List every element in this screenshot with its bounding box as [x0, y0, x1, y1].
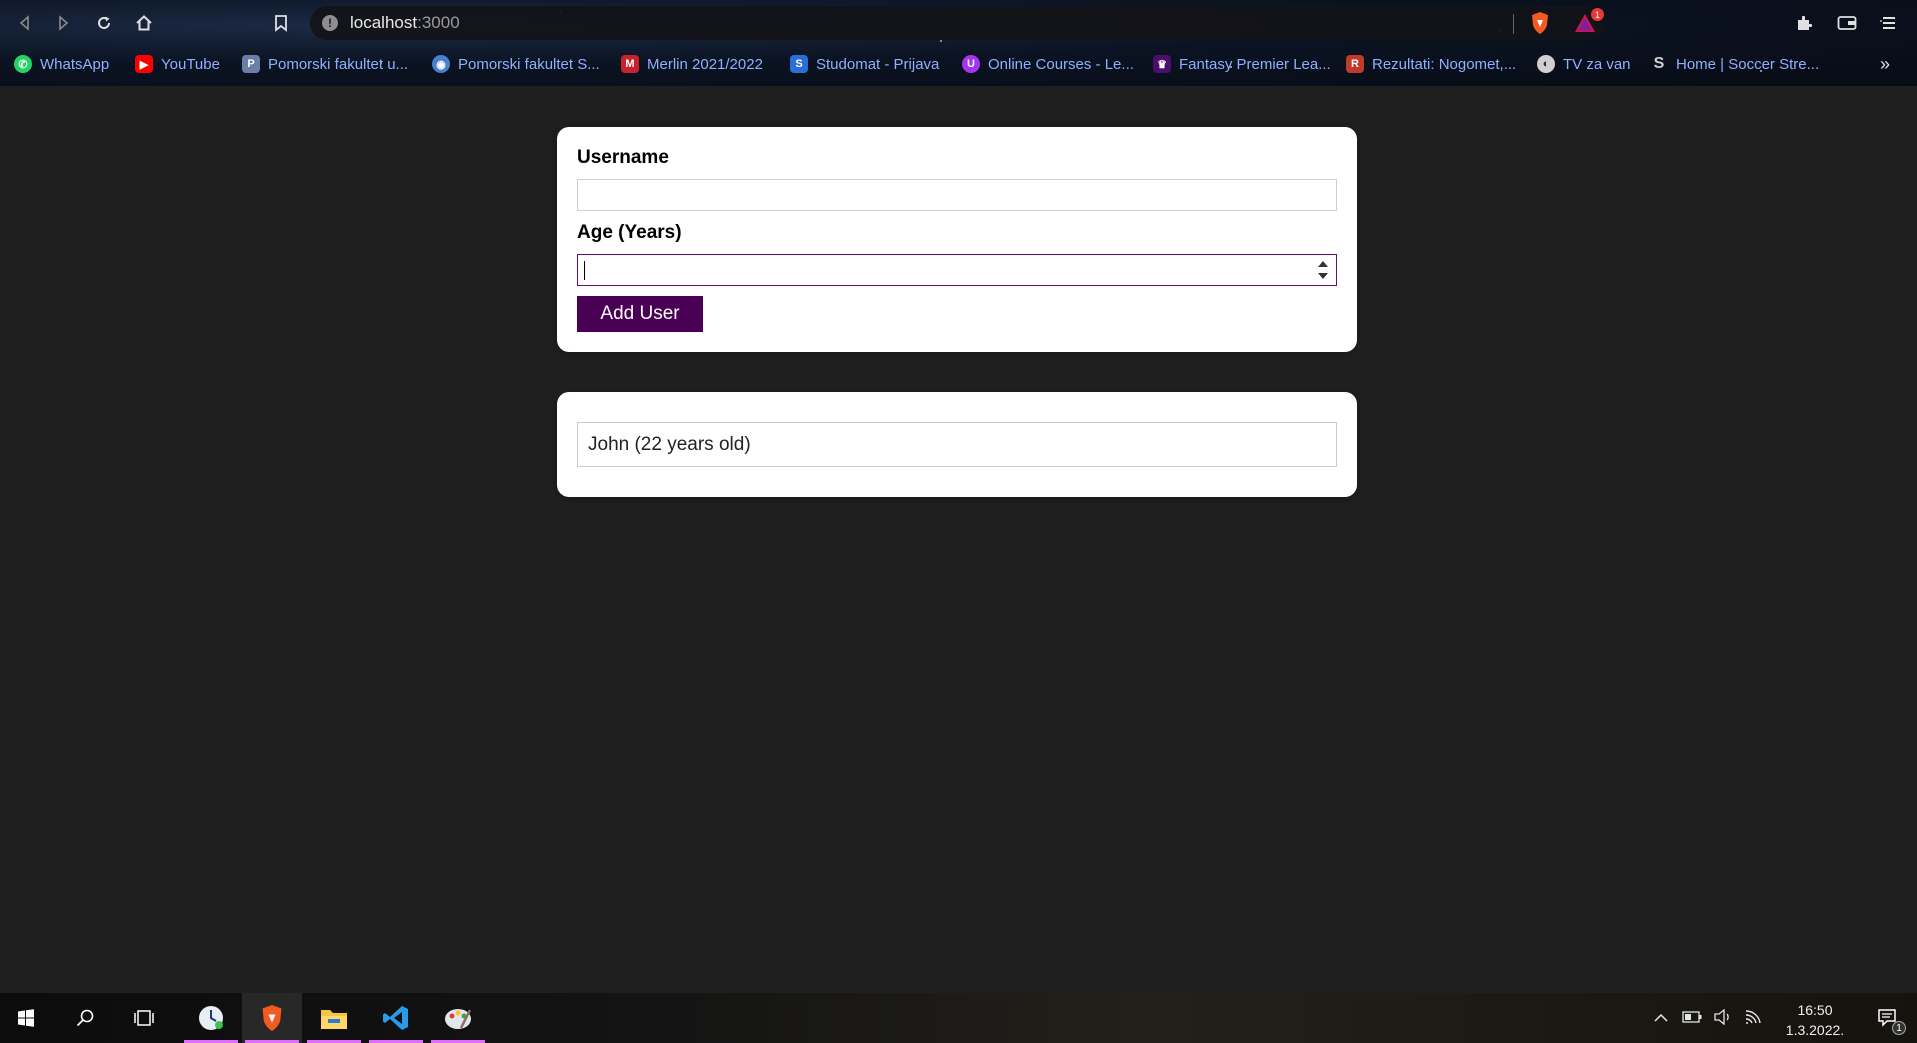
increment-arrow-icon[interactable]: [1318, 261, 1328, 267]
start-button[interactable]: [0, 993, 52, 1043]
globe-icon: ◉: [432, 55, 450, 73]
clock-app-icon: [199, 1006, 223, 1030]
number-spinner[interactable]: [1318, 261, 1328, 279]
search-button[interactable]: [58, 993, 112, 1043]
age-label: Age (Years): [577, 222, 682, 243]
taskbar: 16:50 1.3.2022. 1: [0, 993, 1917, 1043]
bookmark-label: Home | Soccer Stre...: [1676, 55, 1820, 73]
taskbar-app-paint[interactable]: [428, 993, 488, 1043]
bookmark-fantasy-premier[interactable]: ♛ Fantasy Premier Lea...: [1153, 53, 1331, 75]
wallet-icon[interactable]: [1834, 10, 1860, 36]
bookmark-label: Merlin 2021/2022: [647, 55, 763, 73]
whatsapp-icon: ✆: [14, 55, 32, 73]
bookmarks-bar: ✆ WhatsApp ▶ YouTube P Pomorski fakultet…: [0, 48, 1917, 80]
rewards-badge: 1: [1591, 8, 1604, 21]
bookmark-udemy[interactable]: U Online Courses - Le...: [962, 53, 1134, 75]
studomat-icon: S: [790, 55, 808, 73]
task-view-icon: [134, 1010, 154, 1026]
username-input[interactable]: [577, 179, 1337, 211]
forward-icon[interactable]: [50, 10, 76, 36]
folder-icon: [321, 1010, 347, 1029]
bookmark-youtube[interactable]: ▶ YouTube: [135, 53, 220, 75]
bookmark-label: Pomorski fakultet u...: [268, 55, 409, 73]
users-list: John (22 years old): [557, 392, 1357, 497]
list-item: John (22 years old): [577, 422, 1337, 467]
windows-icon: [18, 1009, 34, 1027]
premier-league-icon: ♛: [1153, 55, 1171, 73]
bookmark-label: WhatsApp: [40, 55, 110, 73]
action-center-button[interactable]: 1: [1862, 993, 1914, 1043]
bookmark-label: Rezultati: Nogomet,...: [1372, 55, 1517, 73]
soccer-icon: S: [1653, 55, 1665, 72]
url-port: :3000: [417, 13, 460, 32]
back-icon[interactable]: [12, 10, 38, 36]
bookmark-label: Studomat - Prijava: [816, 55, 940, 73]
bookmark-rezultati[interactable]: R Rezultati: Nogomet,...: [1346, 53, 1516, 75]
brave-shield-icon[interactable]: [1525, 10, 1555, 36]
clock-time: 16:50: [1797, 1002, 1833, 1018]
search-icon: [76, 1009, 94, 1027]
browser-chrome: ! localhost:3000 1 ✆ WhatsApp ▶ YouTube: [0, 0, 1917, 86]
bookmark-label: Online Courses - Le...: [988, 55, 1134, 73]
bookmark-studomat[interactable]: S Studomat - Prijava: [790, 53, 939, 75]
vscode-icon: [383, 1006, 408, 1030]
battery-icon[interactable]: [1682, 1010, 1702, 1026]
bookmarks-overflow-icon[interactable]: »: [1880, 53, 1890, 75]
bookmark-label: Pomorski fakultet S...: [458, 55, 600, 73]
brave-rewards-icon[interactable]: 1: [1568, 8, 1604, 36]
merlin-icon: M: [621, 55, 639, 73]
bookmark-tv-za-van[interactable]: ◐ TV za van: [1537, 53, 1631, 75]
bookmark-label: TV za van: [1563, 55, 1631, 73]
bookmark-label: Fantasy Premier Lea...: [1179, 55, 1331, 73]
bookmark-label: YouTube: [161, 55, 220, 73]
task-view-button[interactable]: [117, 993, 171, 1043]
extensions-icon[interactable]: [1791, 10, 1817, 36]
clock-date: 1.3.2022.: [1785, 1022, 1845, 1038]
bookmark-pomorski-2[interactable]: ◉ Pomorski fakultet S...: [432, 53, 600, 75]
taskbar-app-clock[interactable]: [181, 993, 241, 1043]
browser-toolbar: ! localhost:3000 1: [0, 0, 1917, 46]
bookmark-merlin[interactable]: M Merlin 2021/2022: [621, 53, 763, 75]
url-text[interactable]: localhost:3000: [350, 13, 460, 33]
paint-icon: [445, 1009, 472, 1029]
bookmark-whatsapp[interactable]: ✆ WhatsApp: [14, 53, 109, 75]
taskbar-app-brave[interactable]: [242, 993, 302, 1043]
username-label: Username: [577, 147, 669, 168]
results-icon: R: [1346, 55, 1364, 73]
reload-icon[interactable]: [91, 10, 117, 36]
bookmark-icon[interactable]: [268, 10, 294, 36]
text-caret: [584, 261, 585, 280]
site-info-icon[interactable]: !: [322, 15, 338, 31]
add-user-form: Username Age (Years) Add User: [557, 127, 1357, 352]
brave-browser-icon: [262, 1005, 282, 1031]
taskbar-app-vscode[interactable]: [366, 993, 426, 1043]
volume-icon[interactable]: [1714, 1008, 1732, 1028]
address-bar[interactable]: ! localhost:3000: [310, 6, 1605, 40]
taskbar-app-file-explorer[interactable]: [304, 993, 364, 1043]
url-divider: [1513, 14, 1514, 34]
bookmark-pomorski-1[interactable]: P Pomorski fakultet u...: [242, 53, 408, 75]
add-user-button[interactable]: Add User: [577, 296, 703, 332]
decrement-arrow-icon[interactable]: [1318, 273, 1328, 279]
age-input[interactable]: [577, 254, 1337, 286]
system-tray: [1654, 993, 1762, 1043]
home-icon[interactable]: [131, 10, 157, 36]
notification-count-badge: 1: [1892, 1021, 1906, 1035]
bookmark-soccer-stream[interactable]: S Home | Soccer Stre...: [1650, 53, 1819, 75]
url-host: localhost: [350, 13, 418, 32]
youtube-icon: ▶: [135, 55, 153, 73]
taskbar-clock[interactable]: 16:50 1.3.2022.: [1780, 1000, 1850, 1040]
udemy-icon: U: [962, 55, 980, 73]
globe-icon: ◐: [1537, 55, 1555, 73]
faculty-icon: P: [242, 55, 260, 73]
menu-icon[interactable]: [1876, 10, 1902, 36]
network-icon[interactable]: [1744, 1009, 1762, 1028]
show-hidden-icons-icon[interactable]: [1654, 1010, 1668, 1026]
